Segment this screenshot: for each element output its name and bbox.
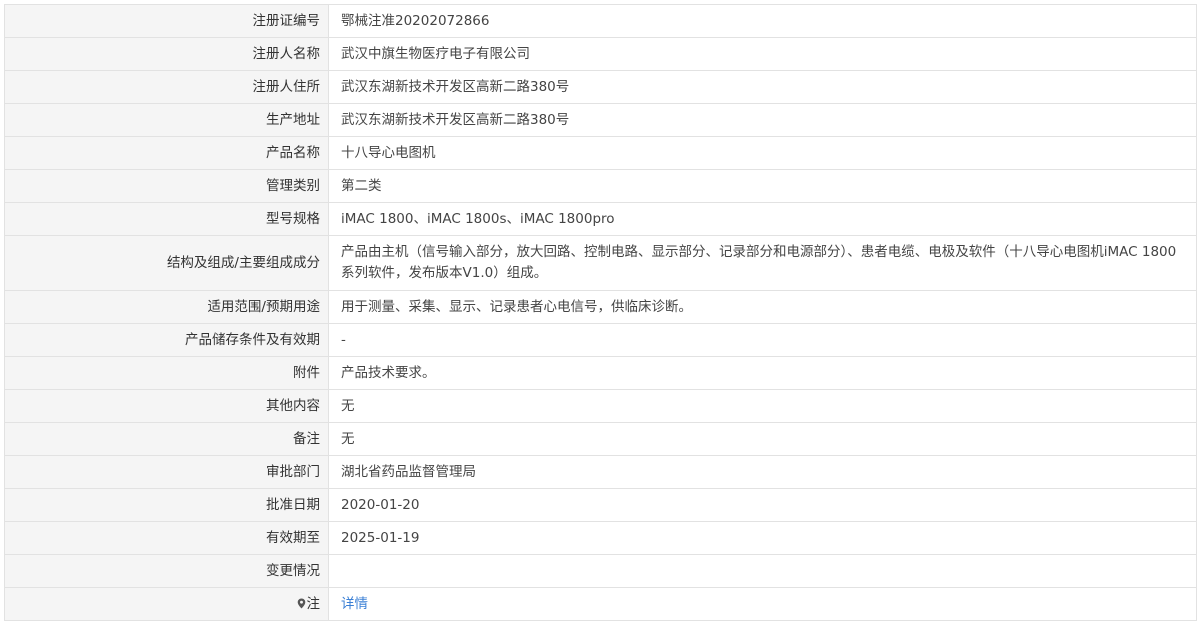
table-row: 管理类别 第二类 (4, 169, 1197, 203)
field-value-attachment: 产品技术要求。 (328, 356, 1197, 390)
table-row: 产品名称 十八导心电图机 (4, 136, 1197, 170)
field-label-storage-validity: 产品储存条件及有效期 (4, 323, 329, 357)
field-label-management-category: 管理类别 (4, 169, 329, 203)
field-label-approval-department: 审批部门 (4, 455, 329, 489)
field-value-structure-composition: 产品由主机（信号输入部分，放大回路、控制电路、显示部分、记录部分和电源部分）、患… (328, 235, 1197, 291)
table-row: 批准日期 2020-01-20 (4, 488, 1197, 522)
field-value-registrant-name: 武汉中旗生物医疗电子有限公司 (328, 37, 1197, 71)
field-value-note: 详情 (328, 587, 1197, 621)
field-value-remarks: 无 (328, 422, 1197, 456)
field-value-other-content: 无 (328, 389, 1197, 423)
field-value-valid-until: 2025-01-19 (328, 521, 1197, 555)
table-row: 有效期至 2025-01-19 (4, 521, 1197, 555)
registration-record-table: 注册证编号 鄂械注准20202072866 注册人名称 武汉中旗生物医疗电子有限… (4, 4, 1197, 621)
table-row: 注册证编号 鄂械注准20202072866 (4, 4, 1197, 38)
note-label: 注 (306, 595, 321, 612)
field-value-change-status (328, 554, 1197, 588)
field-label-structure-composition: 结构及组成/主要组成成分 (4, 235, 329, 291)
field-label-registrant-name: 注册人名称 (4, 37, 329, 71)
field-value-management-category: 第二类 (328, 169, 1197, 203)
location-pin-icon (297, 598, 305, 608)
field-label-registration-number: 注册证编号 (4, 4, 329, 38)
table-row: 注 详情 (4, 587, 1197, 621)
details-link[interactable]: 详情 (341, 596, 368, 612)
field-label-valid-until: 有效期至 (4, 521, 329, 555)
table-row: 注册人名称 武汉中旗生物医疗电子有限公司 (4, 37, 1197, 71)
table-row: 其他内容 无 (4, 389, 1197, 423)
table-row: 备注 无 (4, 422, 1197, 456)
field-value-registrant-address: 武汉东湖新技术开发区高新二路380号 (328, 70, 1197, 104)
field-value-approval-department: 湖北省药品监督管理局 (328, 455, 1197, 489)
table-row: 审批部门 湖北省药品监督管理局 (4, 455, 1197, 489)
field-label-attachment: 附件 (4, 356, 329, 390)
field-label-other-content: 其他内容 (4, 389, 329, 423)
field-label-remarks: 备注 (4, 422, 329, 456)
field-label-approval-date: 批准日期 (4, 488, 329, 522)
field-label-intended-use: 适用范围/预期用途 (4, 290, 329, 324)
field-value-registration-number: 鄂械注准20202072866 (328, 4, 1197, 38)
field-label-model-spec: 型号规格 (4, 202, 329, 236)
table-row: 变更情况 (4, 554, 1197, 588)
field-label-note: 注 (4, 587, 329, 621)
table-row: 适用范围/预期用途 用于测量、采集、显示、记录患者心电信号，供临床诊断。 (4, 290, 1197, 324)
field-value-production-address: 武汉东湖新技术开发区高新二路380号 (328, 103, 1197, 137)
field-value-storage-validity: - (328, 323, 1197, 357)
table-row: 结构及组成/主要组成成分 产品由主机（信号输入部分，放大回路、控制电路、显示部分… (4, 235, 1197, 291)
table-row: 附件 产品技术要求。 (4, 356, 1197, 390)
table-row: 产品储存条件及有效期 - (4, 323, 1197, 357)
field-label-production-address: 生产地址 (4, 103, 329, 137)
field-value-intended-use: 用于测量、采集、显示、记录患者心电信号，供临床诊断。 (328, 290, 1197, 324)
table-row: 注册人住所 武汉东湖新技术开发区高新二路380号 (4, 70, 1197, 104)
field-value-approval-date: 2020-01-20 (328, 488, 1197, 522)
field-label-product-name: 产品名称 (4, 136, 329, 170)
table-row: 型号规格 iMAC 1800、iMAC 1800s、iMAC 1800pro (4, 202, 1197, 236)
field-label-change-status: 变更情况 (4, 554, 329, 588)
field-label-registrant-address: 注册人住所 (4, 70, 329, 104)
field-value-product-name: 十八导心电图机 (328, 136, 1197, 170)
table-row: 生产地址 武汉东湖新技术开发区高新二路380号 (4, 103, 1197, 137)
field-value-model-spec: iMAC 1800、iMAC 1800s、iMAC 1800pro (328, 202, 1197, 236)
